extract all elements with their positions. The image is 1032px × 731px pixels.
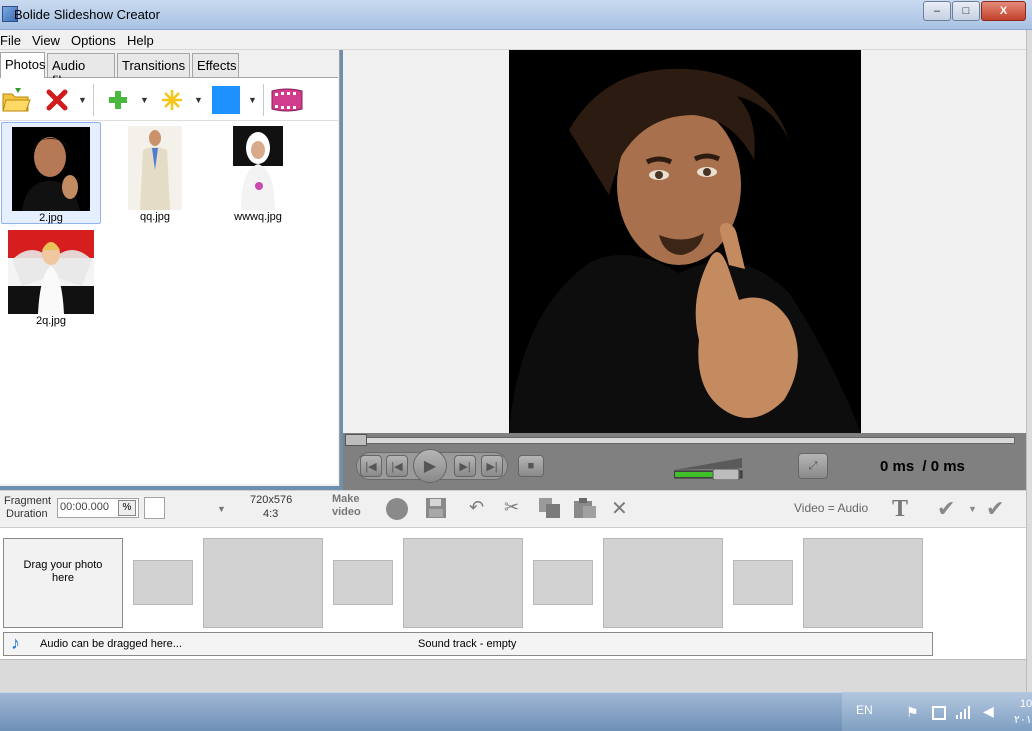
transition-dropdown-arrow[interactable]: ▼ (217, 504, 226, 514)
total-time: / 0 ms (922, 458, 965, 475)
undo-icon[interactable]: ↶ (469, 497, 484, 518)
signal-icon[interactable] (955, 705, 971, 722)
go-to-start-icon[interactable]: |◀ (360, 455, 382, 477)
save-icon[interactable] (425, 497, 447, 524)
status-area (0, 659, 1026, 692)
tab-audio-files[interactable]: Audio files (47, 53, 115, 88)
copy-icon[interactable] (538, 497, 562, 524)
window-title: Bolide Slideshow Creator (14, 7, 160, 22)
photo-filename: qq.jpg (140, 211, 170, 223)
previous-icon[interactable]: |◀ (386, 455, 408, 477)
current-time: 0 ms (880, 458, 915, 475)
network-device-icon[interactable] (932, 706, 946, 720)
close-button[interactable]: X (981, 1, 1026, 21)
sound-track-status: Sound track - empty (418, 638, 517, 650)
toolbar-separator (93, 84, 94, 116)
photo-slot[interactable] (403, 538, 523, 628)
photo-thumbnail[interactable]: 2.jpg (1, 122, 101, 224)
delete-dropdown-arrow[interactable]: ▼ (78, 95, 87, 105)
paste-icon[interactable] (573, 497, 597, 524)
check-dropdown-arrow[interactable]: ▼ (968, 504, 977, 514)
tab-transitions[interactable]: Transitions (117, 53, 190, 77)
language-indicator[interactable]: EN (856, 703, 873, 717)
transition-slot[interactable] (333, 560, 393, 605)
photo-preview-image (12, 127, 90, 211)
tab-effects[interactable]: Effects (192, 53, 239, 77)
photo-filename: 2q.jpg (36, 315, 66, 327)
go-to-end-icon[interactable]: ▶| (481, 455, 503, 477)
photo-preview-image (233, 126, 283, 210)
preview-image (509, 50, 861, 433)
photo-slot[interactable] (803, 538, 923, 628)
text-icon[interactable]: T (892, 496, 908, 523)
photo-drop-slot[interactable]: Drag your photo here (3, 538, 123, 628)
drop-hint-2: here (51, 572, 75, 584)
menu-bar (0, 30, 1032, 50)
clock-date[interactable]: ٢٠١ (1014, 713, 1032, 726)
menu-options[interactable]: Options (71, 33, 116, 48)
check-icon[interactable]: ✔ (937, 496, 955, 522)
open-folder-icon[interactable] (1, 86, 31, 114)
record-icon[interactable] (386, 498, 408, 520)
photo-thumbnail[interactable]: 2q.jpg (1, 226, 101, 328)
drop-hint: Drag your photo (23, 559, 103, 571)
transition-slot[interactable] (133, 560, 193, 605)
photo-slot[interactable] (603, 538, 723, 628)
speaker-icon[interactable]: ◀ (983, 703, 994, 720)
remove-icon[interactable]: ✕ (611, 496, 628, 521)
music-note-icon: ♪ (11, 633, 20, 653)
percent-icon[interactable]: % (118, 500, 136, 516)
photo-slot[interactable] (203, 538, 323, 628)
seek-track[interactable] (347, 437, 1015, 444)
fragment-label: Fragment (4, 495, 52, 507)
flag-icon[interactable]: ⚑ (906, 704, 919, 721)
time-display: 0 ms / 0 ms (880, 458, 965, 475)
background-color-swatch[interactable] (212, 86, 240, 114)
add-icon[interactable] (107, 89, 129, 111)
fullscreen-icon[interactable]: ⤢ (798, 453, 828, 479)
transition-slot[interactable] (733, 560, 793, 605)
make-video-label-2[interactable]: video (332, 506, 361, 518)
effect-dropdown-arrow[interactable]: ▼ (194, 95, 203, 105)
menu-file[interactable]: File (0, 33, 21, 48)
stop-icon[interactable]: ■ (518, 455, 544, 477)
photo-filename: wwwq.jpg (234, 211, 282, 223)
audio-drag-hint: Audio can be dragged here... (40, 638, 182, 650)
cut-icon[interactable]: ✂ (504, 497, 519, 518)
sparkle-icon[interactable] (161, 89, 183, 111)
photo-thumbnail[interactable]: qq.jpg (105, 122, 205, 224)
tab-photos[interactable]: Photos (0, 52, 45, 78)
photo-thumbnail[interactable]: wwwq.jpg (208, 122, 308, 224)
seek-slider-thumb[interactable] (345, 434, 367, 446)
window-edge (1026, 30, 1032, 692)
minimize-button[interactable]: – (923, 1, 951, 21)
aspect-label: 4:3 (263, 508, 279, 520)
photo-filename: 2.jpg (39, 212, 63, 224)
photo-preview-image (8, 230, 94, 314)
transition-slot[interactable] (533, 560, 593, 605)
next-icon[interactable]: ▶| (454, 455, 476, 477)
duration-value: 00:00.000 (60, 501, 109, 513)
resolution-label: 720x576 (250, 494, 293, 506)
apply-all-icon[interactable]: ✔ (986, 496, 1004, 522)
photo-preview-image (128, 126, 182, 210)
video-equals-audio-toggle[interactable]: Video = Audio (794, 501, 868, 515)
film-strip-icon[interactable] (270, 86, 304, 114)
make-video-label[interactable]: Make (332, 493, 360, 505)
clock-time[interactable]: 10 (1020, 698, 1032, 710)
delete-icon[interactable] (46, 89, 68, 111)
maximize-button[interactable]: □ (952, 1, 980, 21)
menu-view[interactable]: View (32, 33, 60, 48)
duration-label: Duration (6, 508, 48, 520)
menu-help[interactable]: Help (127, 33, 154, 48)
play-icon[interactable]: ▶ (413, 449, 447, 483)
add-dropdown-arrow[interactable]: ▼ (140, 95, 149, 105)
color-dropdown-arrow[interactable]: ▼ (248, 95, 257, 105)
fragment-color-box[interactable] (144, 497, 165, 519)
toolbar-separator (263, 84, 264, 116)
volume-slider[interactable] (673, 456, 744, 481)
